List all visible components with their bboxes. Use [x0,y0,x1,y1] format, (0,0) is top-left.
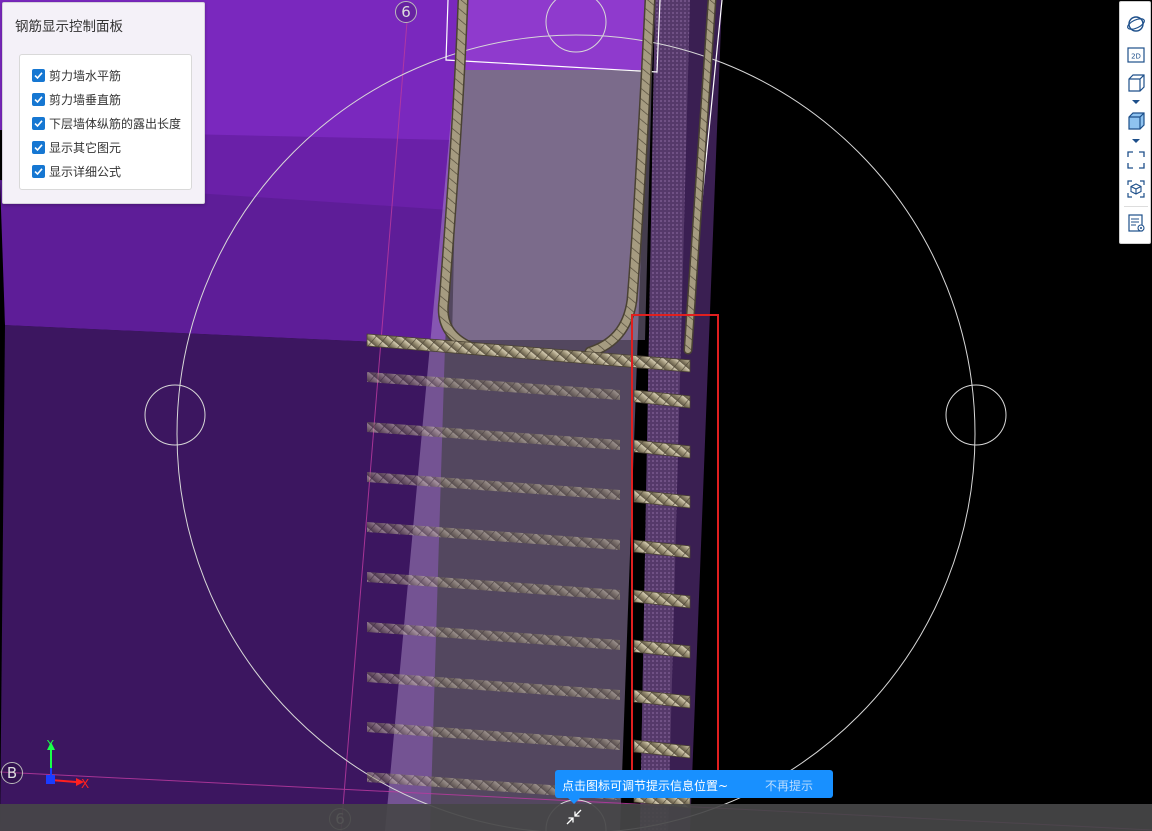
checkbox-checked-icon[interactable] [32,116,45,130]
view-3d-solid-icon[interactable] [1125,110,1147,132]
checkbox-checked-icon[interactable] [32,92,45,106]
tip-message: 点击图标可调节提示信息位置~ [562,779,729,793]
view-toolbar: 2D [1119,1,1151,244]
axis-x-label: X [81,777,89,791]
rebar-display-control-panel: 钢筋显示控制面板 剪力墙水平筋 剪力墙垂直筋 下层墙体纵筋的露出长度 显示其它图… [2,2,205,204]
view-2d-icon[interactable]: 2D [1125,44,1147,66]
checkbox-checked-icon[interactable] [32,68,45,82]
checkbox-checked-icon[interactable] [32,140,45,154]
option-label: 显示详细公式 [49,164,122,179]
tip-banner: 点击图标可调节提示信息位置~ 不再提示 [555,770,833,804]
option-shear-wall-vertical[interactable]: 剪力墙垂直筋 [32,90,121,108]
option-lower-wall-exposed-length[interactable]: 下层墙体纵筋的露出长度 [32,114,181,132]
panel-options-box: 剪力墙水平筋 剪力墙垂直筋 下层墙体纵筋的露出长度 显示其它图元 显示详细公式 [19,54,192,190]
grid-label-left: B [1,762,23,784]
tip-arrow [568,798,580,804]
collapse-icon[interactable] [559,804,589,830]
option-show-other-elements[interactable]: 显示其它图元 [32,138,121,156]
fullscreen-icon[interactable] [1125,149,1147,171]
view-3d-wireframe-icon[interactable] [1125,72,1147,94]
option-label: 下层墙体纵筋的露出长度 [49,116,182,131]
panel-title: 钢筋显示控制面板 [15,19,123,35]
view-2d-text: 2D [1131,53,1141,61]
render-mode-caret-icon[interactable] [1132,139,1140,143]
axis-y-label: Y [46,738,54,751]
checkbox-checked-icon[interactable] [32,164,45,178]
option-label: 剪力墙水平筋 [49,68,122,83]
orbit-icon[interactable] [1125,13,1147,35]
option-label: 剪力墙垂直筋 [49,92,122,107]
properties-view-icon[interactable] [1125,212,1147,234]
dont-show-again-link[interactable]: 不再提示 [765,777,813,794]
option-show-detailed-formula[interactable]: 显示详细公式 [32,162,121,180]
option-shear-wall-horizontal[interactable]: 剪力墙水平筋 [32,66,121,84]
section-box-icon[interactable] [1125,178,1147,200]
option-label: 显示其它图元 [49,140,122,155]
grid-label-top: 6 [395,1,417,23]
toolbar-separator [1124,206,1148,207]
protruding-rebar-stubs [633,389,691,809]
view-mode-caret-icon[interactable] [1132,100,1140,104]
